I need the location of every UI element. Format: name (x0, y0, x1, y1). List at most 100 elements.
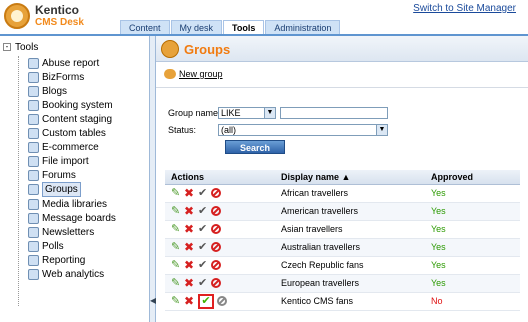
approve-icon[interactable]: ✔ (198, 241, 208, 253)
reject-icon[interactable] (217, 296, 227, 306)
group-display-name: European travellers (275, 274, 425, 293)
group-name-operator-value: LIKE (221, 108, 241, 118)
switch-to-site-manager-link[interactable]: Switch to Site Manager (413, 3, 516, 14)
sidebar-item-custom-tables[interactable]: Custom tables (28, 127, 106, 141)
row-actions: ✎ ✖ ✔ (165, 202, 275, 221)
chevron-down-icon[interactable]: ▼ (376, 125, 387, 135)
groups-title-icon (161, 40, 179, 58)
sidebar-item-blogs[interactable]: Blogs (28, 84, 67, 98)
abuse-report-icon (28, 57, 39, 69)
approved-status: No (425, 292, 520, 311)
sidebar-item-groups[interactable]: Groups (28, 182, 81, 198)
display-name-column-header[interactable]: Display name ▲ (275, 170, 425, 185)
group-display-name: Australian travellers (275, 238, 425, 257)
edit-icon[interactable]: ✎ (171, 259, 181, 271)
delete-icon[interactable]: ✖ (184, 277, 195, 289)
forums-icon (28, 170, 39, 182)
sidebar-item-label: Groups (42, 182, 81, 198)
new-group-icon (164, 69, 176, 79)
sidebar-item-label: Forums (42, 170, 76, 182)
main-panel: Groups New group Group name: LIKE ▼ Stat… (156, 36, 528, 322)
newsletters-icon (28, 226, 39, 238)
group-display-name: Czech Republic fans (275, 256, 425, 275)
row-actions: ✎ ✖ ✔ (165, 184, 275, 203)
new-group-link[interactable]: New group (164, 69, 223, 79)
sidebar-item-label: Message boards (42, 212, 116, 224)
sidebar-item-booking-system[interactable]: Booking system (28, 98, 113, 112)
table-row: ✎ ✖ ✔ Kentico CMS fans No (165, 292, 520, 311)
status-select[interactable]: (all) ▼ (218, 124, 388, 136)
delete-icon[interactable]: ✖ (184, 205, 195, 217)
edit-icon[interactable]: ✎ (171, 205, 181, 217)
sidebar-item-label: Media libraries (42, 198, 108, 210)
chevron-down-icon[interactable]: ▼ (264, 108, 275, 118)
reject-icon[interactable] (211, 188, 221, 198)
tab-content[interactable]: Content (120, 20, 170, 34)
status-label: Status: (168, 125, 197, 135)
collapse-panel-icon[interactable]: ◀ (150, 296, 156, 308)
sidebar-item-message-boards[interactable]: Message boards (28, 211, 116, 225)
approve-icon[interactable]: ✔ (198, 277, 208, 289)
tab-administration[interactable]: Administration (265, 20, 341, 34)
tree-root[interactable]: - Tools (3, 42, 38, 53)
sidebar-item-e-commerce[interactable]: E-commerce (28, 141, 99, 155)
group-name-input[interactable] (280, 107, 388, 119)
reporting-icon (28, 254, 39, 266)
approve-icon[interactable]: ✔ (198, 205, 208, 217)
approved-column-header[interactable]: Approved (425, 170, 520, 185)
delete-icon[interactable]: ✖ (184, 187, 195, 199)
sidebar-item-forums[interactable]: Forums (28, 169, 76, 183)
approved-status: Yes (425, 184, 520, 203)
tab-my-desk[interactable]: My desk (170, 20, 223, 34)
approve-icon[interactable]: ✔ (198, 223, 208, 235)
approve-icon[interactable]: ✔ (198, 187, 208, 199)
sidebar-item-bizforms[interactable]: BizForms (28, 70, 84, 84)
delete-icon[interactable]: ✖ (184, 259, 195, 271)
sidebar-item-label: E-commerce (42, 142, 99, 154)
approved-status: Yes (425, 202, 520, 221)
edit-icon[interactable]: ✎ (171, 187, 181, 199)
sidebar-item-content-staging[interactable]: Content staging (28, 112, 112, 126)
edit-icon[interactable]: ✎ (171, 295, 181, 307)
sidebar-item-file-import[interactable]: File import (28, 155, 89, 169)
sidebar-item-abuse-report[interactable]: Abuse report (28, 56, 99, 70)
brand-name: Kentico (35, 3, 80, 17)
groups-grid: Actions Display name ▲ Approved ✎ ✖ ✔ Afric… (165, 170, 520, 311)
reject-icon[interactable] (211, 224, 221, 234)
reject-icon[interactable] (211, 278, 221, 288)
groups-icon (28, 184, 39, 196)
row-actions: ✎ ✖ ✔ (165, 292, 275, 311)
group-display-name: African travellers (275, 184, 425, 203)
approve-icon[interactable]: ✔ (198, 293, 214, 309)
delete-icon[interactable]: ✖ (184, 295, 195, 307)
group-name-operator-select[interactable]: LIKE ▼ (218, 107, 276, 119)
sidebar-item-label: Custom tables (42, 128, 106, 139)
approve-icon[interactable]: ✔ (198, 259, 208, 271)
sidebar-item-web-analytics[interactable]: Web analytics (28, 268, 104, 282)
delete-icon[interactable]: ✖ (184, 223, 195, 235)
reject-icon[interactable] (211, 260, 221, 270)
sidebar-item-media-libraries[interactable]: Media libraries (28, 197, 107, 211)
new-group-label: New group (179, 69, 223, 79)
edit-icon[interactable]: ✎ (171, 223, 181, 235)
collapse-icon[interactable]: - (3, 43, 11, 52)
action-bar: New group (156, 62, 528, 88)
sidebar-item-reporting[interactable]: Reporting (28, 253, 85, 267)
edit-icon[interactable]: ✎ (171, 241, 181, 253)
approved-status: Yes (425, 256, 520, 275)
search-button[interactable]: Search (225, 140, 285, 154)
sidebar-item-label: Blogs (42, 85, 68, 97)
sidebar-item-newsletters[interactable]: Newsletters (28, 225, 94, 239)
sidebar-item-label: Content staging (42, 113, 113, 125)
media-icon (28, 198, 39, 210)
group-name-label: Group name: (168, 108, 221, 118)
reject-icon[interactable] (211, 242, 221, 252)
delete-icon[interactable]: ✖ (184, 241, 195, 253)
ecommerce-icon (28, 142, 39, 154)
sidebar-item-polls[interactable]: Polls (28, 239, 64, 253)
app-header: Kentico CMS Desk Switch to Site Manager … (0, 0, 528, 34)
sidebar-item-label: Booking system (42, 99, 113, 111)
reject-icon[interactable] (211, 206, 221, 216)
edit-icon[interactable]: ✎ (171, 277, 181, 289)
tab-tools[interactable]: Tools (223, 20, 265, 34)
